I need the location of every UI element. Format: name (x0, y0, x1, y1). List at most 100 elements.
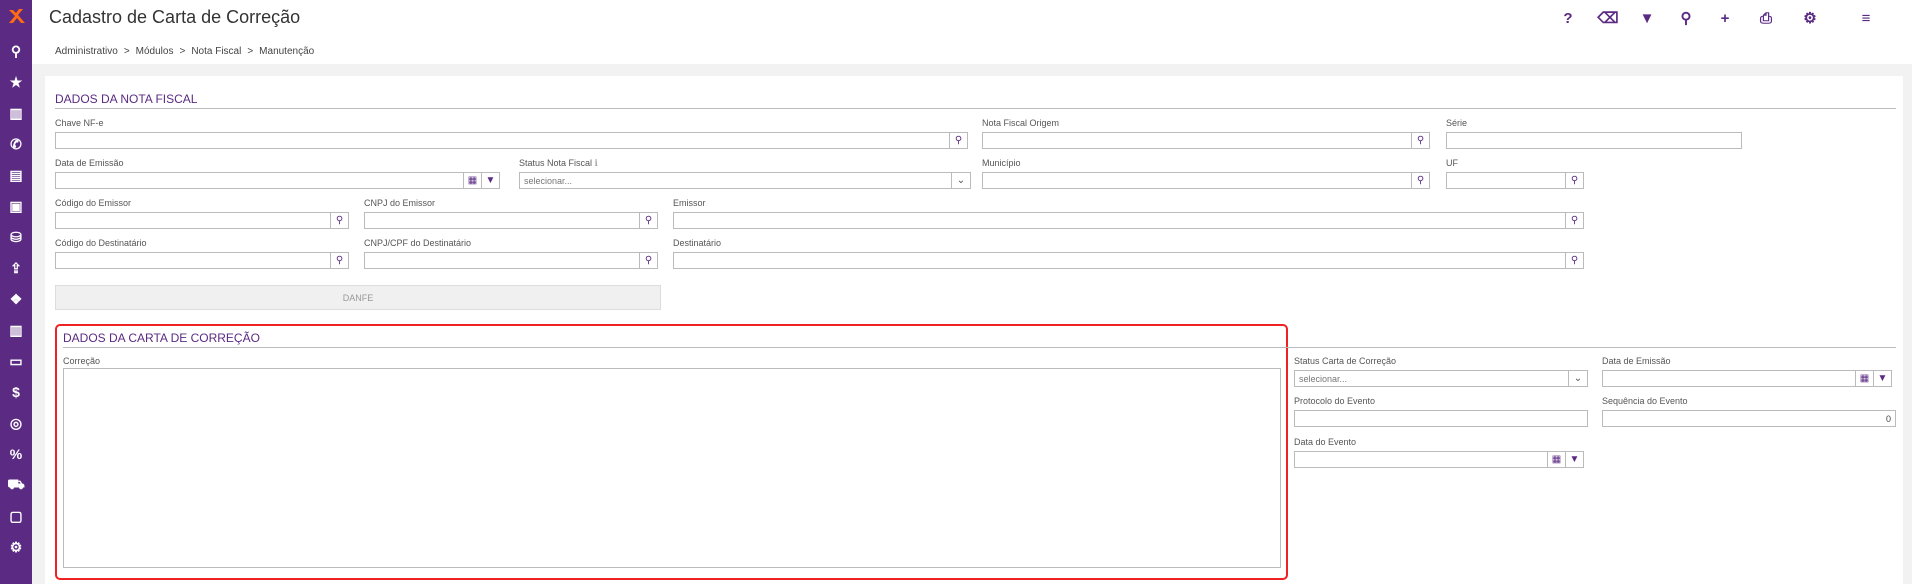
address-book-icon[interactable]: ▣ (0, 195, 32, 217)
section-title-carta-correcao: DADOS DA CARTA DE CORREÇÃO (63, 331, 260, 345)
codigo-destinatario-input[interactable] (55, 252, 331, 269)
destinatario-input[interactable] (673, 252, 1566, 269)
status-nota-fiscal-label: Status Nota Fiscal ℹ (519, 158, 598, 169)
nf-origem-input[interactable] (982, 132, 1412, 149)
uf-label: UF (1446, 158, 1458, 168)
municipio-label: Município (982, 158, 1021, 168)
calendar-icon[interactable]: ▦ (464, 172, 482, 189)
section-divider (63, 347, 1896, 348)
codigo-emissor-label: Código do Emissor (55, 198, 132, 208)
sidebar: ⚲ ★ ▥ ✆ ▤ ▣ ⛁ ⇪ ❖ ▥ ▭ $ ◎% ⛟ ▢ ⚙ (0, 0, 32, 584)
search-icon[interactable]: ⚲ (1566, 212, 1584, 229)
filter-icon[interactable]: ▼ (1566, 451, 1584, 468)
protocolo-input[interactable] (1294, 410, 1588, 427)
help-icon[interactable]: ? (1558, 8, 1578, 28)
bar-chart-icon[interactable]: ▥ (0, 319, 32, 341)
serie-input[interactable] (1446, 132, 1742, 149)
list-icon[interactable]: ▤ (0, 164, 32, 186)
status-nota-fiscal-select[interactable]: selecionar... (519, 172, 971, 189)
cnpj-emissor-label: CNPJ do Emissor (364, 198, 436, 208)
search-icon[interactable]: ⚲ (1412, 172, 1430, 189)
cogs-icon[interactable]: ⚙ (0, 536, 32, 558)
breadcrumb-item[interactable]: Manutenção (259, 46, 314, 57)
protocolo-label: Protocolo do Evento (1294, 396, 1376, 406)
header: Cadastro de Carta de Correção Administra… (32, 0, 1912, 64)
data-emissao-input[interactable] (55, 172, 464, 189)
cnpj-destinatario-label: CNPJ/CPF do Destinatário (364, 238, 472, 248)
chave-nfe-label: Chave NF-e (55, 118, 104, 128)
data-evento-label: Data do Evento (1294, 437, 1357, 447)
eraser-icon[interactable]: ⌫ (1597, 8, 1618, 28)
correcao-label: Correção (63, 356, 101, 366)
phone-icon[interactable]: ✆ (0, 133, 32, 155)
dropbox-icon[interactable]: ❖ (0, 288, 32, 310)
section-divider (55, 108, 1896, 109)
emissor-input[interactable] (673, 212, 1566, 229)
bar-chart-icon[interactable]: ▥ (0, 102, 32, 124)
search-icon[interactable]: ⚲ (1412, 132, 1430, 149)
codigo-destinatario-label: Código do Destinatário (55, 238, 147, 248)
contact-card-icon[interactable]: ▢ (0, 505, 32, 527)
chevron-down-icon[interactable]: ⌄ (951, 172, 971, 189)
breadcrumb-separator: > (179, 46, 186, 57)
filter-icon[interactable]: ▼ (482, 172, 500, 189)
dollar-icon[interactable]: $ (0, 381, 32, 403)
emissor-label: Emissor (673, 198, 706, 208)
carta-data-emissao-label: Data de Emissão (1602, 356, 1671, 366)
data-emissao-label: Data de Emissão (55, 158, 124, 168)
search-icon[interactable]: ⚲ (950, 132, 968, 149)
breadcrumb-item[interactable]: Administrativo (55, 46, 118, 57)
coins-icon[interactable]: ◎ (0, 412, 32, 434)
danfe-button[interactable]: DANFE (55, 285, 661, 310)
basket-icon[interactable]: ⛁ (0, 226, 32, 248)
uf-input[interactable] (1446, 172, 1566, 189)
upload-icon[interactable]: ⇪ (0, 257, 32, 279)
filter-icon[interactable]: ▼ (1874, 370, 1892, 387)
breadcrumb-separator: > (123, 46, 130, 57)
municipio-input[interactable] (982, 172, 1412, 189)
serie-label: Série (1446, 118, 1468, 128)
search-icon[interactable]: ⚲ (331, 212, 349, 229)
chave-nfe-input[interactable] (55, 132, 950, 149)
page-title: Cadastro de Carta de Correção (49, 7, 301, 27)
breadcrumb-item[interactable]: Módulos (136, 46, 174, 57)
percent-icon[interactable]: % (0, 443, 32, 465)
app-logo[interactable] (6, 6, 26, 26)
search-icon[interactable]: ⚲ (0, 40, 32, 62)
add-icon[interactable]: + (1715, 8, 1735, 28)
monitor-icon[interactable]: ▭ (0, 350, 32, 372)
calendar-icon[interactable]: ▦ (1548, 451, 1566, 468)
codigo-emissor-input[interactable] (55, 212, 331, 229)
cnpj-destinatario-input[interactable] (364, 252, 640, 269)
menu-icon[interactable]: ≡ (1856, 8, 1876, 28)
search-icon[interactable]: ⚲ (1566, 252, 1584, 269)
gear-icon[interactable]: ⚙ (1800, 8, 1820, 28)
carta-data-emissao-input[interactable] (1602, 370, 1856, 387)
breadcrumb: Administrativo > Módulos > Nota Fiscal > Manut… (55, 46, 314, 57)
data-evento-input[interactable] (1294, 451, 1548, 468)
filter-icon[interactable]: ▼ (1637, 8, 1657, 28)
breadcrumb-separator: > (247, 46, 254, 57)
info-icon: ℹ (594, 158, 598, 168)
cnpj-emissor-input[interactable] (364, 212, 640, 229)
sequencia-input[interactable]: 0 (1602, 410, 1896, 427)
correcao-textarea[interactable] (63, 368, 1281, 568)
sequencia-label: Sequência do Evento (1602, 396, 1688, 406)
calendar-icon[interactable]: ▦ (1856, 370, 1874, 387)
star-icon[interactable]: ★ (0, 71, 32, 93)
breadcrumb-item[interactable]: Nota Fiscal (191, 46, 241, 57)
chevron-down-icon[interactable]: ⌄ (1568, 370, 1588, 387)
status-nota-fiscal-label-text: Status Nota Fiscal (519, 158, 593, 168)
search-icon[interactable]: ⚲ (1566, 172, 1584, 189)
status-carta-select[interactable]: selecionar... (1294, 370, 1588, 387)
search-icon[interactable]: ⚲ (1676, 8, 1696, 28)
section-title-nota-fiscal: DADOS DA NOTA FISCAL (55, 92, 198, 106)
print-icon[interactable]: ⎙ (1756, 8, 1776, 28)
search-icon[interactable]: ⚲ (331, 252, 349, 269)
destinatario-label: Destinatário (673, 238, 722, 248)
status-carta-label: Status Carta de Correção (1294, 356, 1397, 366)
nf-origem-label: Nota Fiscal Origem (982, 118, 1060, 128)
search-icon[interactable]: ⚲ (640, 212, 658, 229)
cart-icon[interactable]: ⛟ (0, 474, 32, 496)
search-icon[interactable]: ⚲ (640, 252, 658, 269)
